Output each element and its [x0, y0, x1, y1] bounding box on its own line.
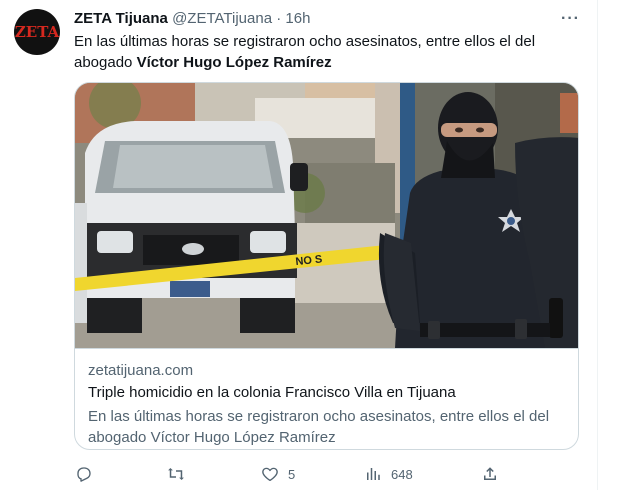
views-icon: [364, 465, 382, 483]
tweet-header: ZETA Tijuana @ZETATijuana · 16h: [74, 9, 310, 29]
avatar-logo-text: ZETA: [14, 23, 60, 41]
heart-icon: [261, 465, 279, 483]
reply-button[interactable]: [75, 465, 102, 483]
card-photo[interactable]: NO S: [75, 83, 578, 348]
author-name[interactable]: ZETA Tijuana: [74, 10, 168, 27]
share-icon: [481, 465, 499, 483]
header-separator: ·: [276, 10, 282, 27]
timeline-divider: [597, 0, 598, 490]
tweet-text: En las últimas horas se registraron ocho…: [74, 31, 584, 73]
reply-icon: [75, 465, 93, 483]
card-domain: zetatijuana.com: [88, 362, 194, 379]
retweet-button[interactable]: [166, 465, 195, 483]
views-button[interactable]: 648: [364, 465, 413, 483]
avatar[interactable]: ZETA: [14, 9, 60, 55]
card-title: Triple homicidio en la colonia Francisco…: [88, 384, 456, 401]
tweet-timestamp[interactable]: 16h: [285, 10, 310, 27]
tweet-text-bold: Víctor Hugo López Ramírez: [136, 54, 332, 71]
card-description: En las últimas horas se registraron ocho…: [88, 408, 550, 446]
retweet-icon: [166, 465, 186, 483]
share-button[interactable]: [481, 465, 508, 483]
like-button[interactable]: 5: [261, 465, 295, 483]
views-count: 648: [391, 466, 413, 482]
link-card[interactable]: NO S zetatijuana.com Triple homicidio en…: [74, 82, 579, 450]
like-count: 5: [288, 466, 296, 482]
action-bar: 5 648: [0, 465, 597, 489]
author-handle[interactable]: @ZETATijuana: [172, 10, 272, 27]
card-info[interactable]: zetatijuana.com Triple homicidio en la c…: [75, 348, 578, 446]
more-options-button[interactable]: ···: [561, 10, 580, 28]
